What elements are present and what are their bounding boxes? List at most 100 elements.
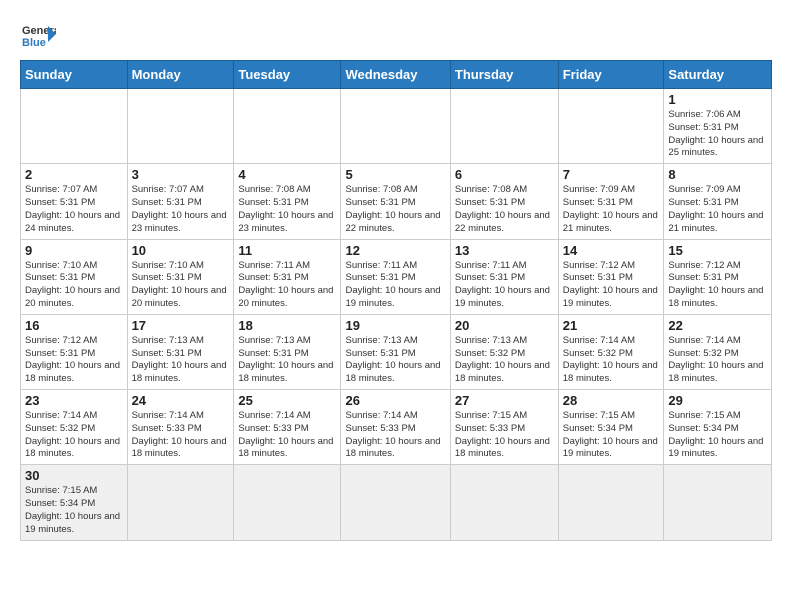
calendar-cell: 27 Sunrise: 7:15 AM Sunset: 5:33 PM Dayli… xyxy=(450,390,558,465)
logo: General Blue xyxy=(20,16,56,52)
day-number: 7 xyxy=(563,167,660,182)
calendar-cell: 26 Sunrise: 7:14 AM Sunset: 5:33 PM Dayli… xyxy=(341,390,450,465)
day-number: 16 xyxy=(25,318,123,333)
calendar-cell: 5 Sunrise: 7:08 AM Sunset: 5:31 PM Daylig… xyxy=(341,164,450,239)
calendar-cell: 20 Sunrise: 7:13 AM Sunset: 5:32 PM Dayli… xyxy=(450,314,558,389)
day-number: 8 xyxy=(668,167,767,182)
day-number: 18 xyxy=(238,318,336,333)
day-number: 22 xyxy=(668,318,767,333)
calendar-cell: 12 Sunrise: 7:11 AM Sunset: 5:31 PM Dayli… xyxy=(341,239,450,314)
calendar-week-row: 30 Sunrise: 7:15 AM Sunset: 5:34 PM Dayli… xyxy=(21,465,772,540)
calendar-cell: 9 Sunrise: 7:10 AM Sunset: 5:31 PM Daylig… xyxy=(21,239,128,314)
day-info: Sunrise: 7:15 AM Sunset: 5:34 PM Dayligh… xyxy=(25,485,123,536)
day-info: Sunrise: 7:07 AM Sunset: 5:31 PM Dayligh… xyxy=(25,184,123,235)
calendar-cell: 6 Sunrise: 7:08 AM Sunset: 5:31 PM Daylig… xyxy=(450,164,558,239)
day-number: 10 xyxy=(132,243,230,258)
column-header-saturday: Saturday xyxy=(664,61,772,89)
day-number: 21 xyxy=(563,318,660,333)
calendar-cell: 22Sunrise: 7:14 AM Sunset: 5:32 PM Dayli… xyxy=(664,314,772,389)
day-number: 13 xyxy=(455,243,554,258)
day-number: 1 xyxy=(668,92,767,107)
calendar-cell xyxy=(664,465,772,540)
calendar-cell: 14 Sunrise: 7:12 AM Sunset: 5:31 PM Dayli… xyxy=(558,239,664,314)
calendar-cell xyxy=(21,89,128,164)
calendar-table: SundayMondayTuesdayWednesdayThursdayFrid… xyxy=(20,60,772,541)
day-info: Sunrise: 7:14 AM Sunset: 5:32 PM Dayligh… xyxy=(563,335,660,386)
day-info: Sunrise: 7:12 AM Sunset: 5:31 PM Dayligh… xyxy=(563,260,660,311)
calendar-cell: 30 Sunrise: 7:15 AM Sunset: 5:34 PM Dayli… xyxy=(21,465,128,540)
day-info: Sunrise: 7:13 AM Sunset: 5:32 PM Dayligh… xyxy=(455,335,554,386)
calendar-cell: 16Sunrise: 7:12 AM Sunset: 5:31 PM Dayli… xyxy=(21,314,128,389)
calendar-cell xyxy=(234,465,341,540)
day-info: Sunrise: 7:13 AM Sunset: 5:31 PM Dayligh… xyxy=(345,335,445,386)
day-info: Sunrise: 7:15 AM Sunset: 5:33 PM Dayligh… xyxy=(455,410,554,461)
day-info: Sunrise: 7:08 AM Sunset: 5:31 PM Dayligh… xyxy=(455,184,554,235)
day-info: Sunrise: 7:14 AM Sunset: 5:33 PM Dayligh… xyxy=(238,410,336,461)
day-info: Sunrise: 7:08 AM Sunset: 5:31 PM Dayligh… xyxy=(345,184,445,235)
day-info: Sunrise: 7:14 AM Sunset: 5:32 PM Dayligh… xyxy=(25,410,123,461)
calendar-cell xyxy=(450,89,558,164)
day-info: Sunrise: 7:10 AM Sunset: 5:31 PM Dayligh… xyxy=(132,260,230,311)
day-info: Sunrise: 7:11 AM Sunset: 5:31 PM Dayligh… xyxy=(455,260,554,311)
day-info: Sunrise: 7:15 AM Sunset: 5:34 PM Dayligh… xyxy=(668,410,767,461)
calendar-cell: 23 Sunrise: 7:14 AM Sunset: 5:32 PM Dayli… xyxy=(21,390,128,465)
day-number: 5 xyxy=(345,167,445,182)
day-info: Sunrise: 7:09 AM Sunset: 5:31 PM Dayligh… xyxy=(668,184,767,235)
calendar-cell: 2 Sunrise: 7:07 AM Sunset: 5:31 PM Daylig… xyxy=(21,164,128,239)
calendar-cell: 15Sunrise: 7:12 AM Sunset: 5:31 PM Dayli… xyxy=(664,239,772,314)
day-info: Sunrise: 7:08 AM Sunset: 5:31 PM Dayligh… xyxy=(238,184,336,235)
day-number: 27 xyxy=(455,393,554,408)
day-number: 11 xyxy=(238,243,336,258)
calendar-header-row: SundayMondayTuesdayWednesdayThursdayFrid… xyxy=(21,61,772,89)
day-number: 25 xyxy=(238,393,336,408)
calendar-cell xyxy=(558,89,664,164)
calendar-cell: 18 Sunrise: 7:13 AM Sunset: 5:31 PM Dayli… xyxy=(234,314,341,389)
day-number: 24 xyxy=(132,393,230,408)
day-number: 6 xyxy=(455,167,554,182)
day-info: Sunrise: 7:14 AM Sunset: 5:33 PM Dayligh… xyxy=(132,410,230,461)
calendar-cell: 19 Sunrise: 7:13 AM Sunset: 5:31 PM Dayli… xyxy=(341,314,450,389)
day-number: 4 xyxy=(238,167,336,182)
calendar-cell: 1Sunrise: 7:06 AM Sunset: 5:31 PM Daylig… xyxy=(664,89,772,164)
day-number: 20 xyxy=(455,318,554,333)
day-info: Sunrise: 7:11 AM Sunset: 5:31 PM Dayligh… xyxy=(345,260,445,311)
calendar-cell: 4 Sunrise: 7:08 AM Sunset: 5:31 PM Daylig… xyxy=(234,164,341,239)
calendar-week-row: 9 Sunrise: 7:10 AM Sunset: 5:31 PM Daylig… xyxy=(21,239,772,314)
day-number: 2 xyxy=(25,167,123,182)
calendar-cell: 3 Sunrise: 7:07 AM Sunset: 5:31 PM Daylig… xyxy=(127,164,234,239)
calendar-cell xyxy=(127,465,234,540)
day-info: Sunrise: 7:14 AM Sunset: 5:33 PM Dayligh… xyxy=(345,410,445,461)
calendar-cell: 7Sunrise: 7:09 AM Sunset: 5:31 PM Daylig… xyxy=(558,164,664,239)
day-info: Sunrise: 7:13 AM Sunset: 5:31 PM Dayligh… xyxy=(238,335,336,386)
calendar-cell: 17Sunrise: 7:13 AM Sunset: 5:31 PM Dayli… xyxy=(127,314,234,389)
calendar-cell xyxy=(341,89,450,164)
calendar-week-row: 23 Sunrise: 7:14 AM Sunset: 5:32 PM Dayli… xyxy=(21,390,772,465)
column-header-tuesday: Tuesday xyxy=(234,61,341,89)
calendar-cell: 13 Sunrise: 7:11 AM Sunset: 5:31 PM Dayli… xyxy=(450,239,558,314)
day-number: 3 xyxy=(132,167,230,182)
day-number: 17 xyxy=(132,318,230,333)
day-number: 9 xyxy=(25,243,123,258)
day-info: Sunrise: 7:11 AM Sunset: 5:31 PM Dayligh… xyxy=(238,260,336,311)
day-number: 23 xyxy=(25,393,123,408)
day-info: Sunrise: 7:10 AM Sunset: 5:31 PM Dayligh… xyxy=(25,260,123,311)
day-number: 28 xyxy=(563,393,660,408)
calendar-cell: 11 Sunrise: 7:11 AM Sunset: 5:31 PM Dayli… xyxy=(234,239,341,314)
calendar-cell xyxy=(234,89,341,164)
day-info: Sunrise: 7:12 AM Sunset: 5:31 PM Dayligh… xyxy=(668,260,767,311)
calendar-week-row: 2 Sunrise: 7:07 AM Sunset: 5:31 PM Daylig… xyxy=(21,164,772,239)
calendar-cell: 25 Sunrise: 7:14 AM Sunset: 5:33 PM Dayli… xyxy=(234,390,341,465)
day-number: 26 xyxy=(345,393,445,408)
day-number: 14 xyxy=(563,243,660,258)
calendar-cell: 29Sunrise: 7:15 AM Sunset: 5:34 PM Dayli… xyxy=(664,390,772,465)
calendar-cell: 24 Sunrise: 7:14 AM Sunset: 5:33 PM Dayli… xyxy=(127,390,234,465)
calendar-cell xyxy=(450,465,558,540)
day-number: 30 xyxy=(25,468,123,483)
day-number: 12 xyxy=(345,243,445,258)
day-number: 19 xyxy=(345,318,445,333)
header: General Blue xyxy=(20,16,772,52)
svg-text:Blue: Blue xyxy=(22,37,46,49)
column-header-wednesday: Wednesday xyxy=(341,61,450,89)
calendar-week-row: 16Sunrise: 7:12 AM Sunset: 5:31 PM Dayli… xyxy=(21,314,772,389)
day-info: Sunrise: 7:07 AM Sunset: 5:31 PM Dayligh… xyxy=(132,184,230,235)
